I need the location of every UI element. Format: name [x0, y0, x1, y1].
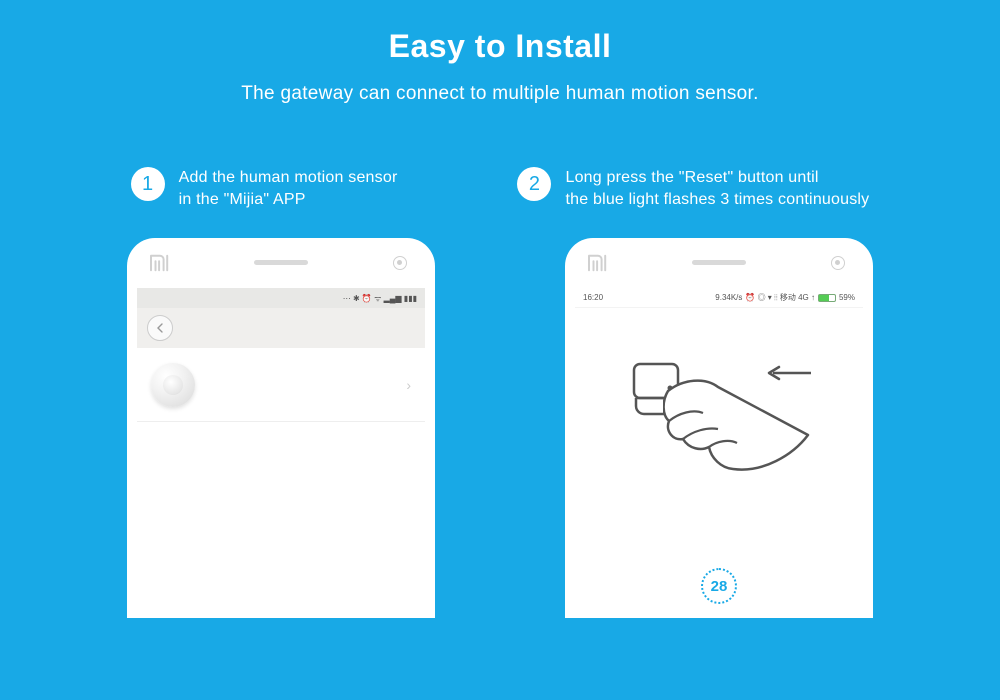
- status-time: 16:20: [583, 293, 603, 302]
- phone-speaker: [254, 260, 308, 265]
- step-text: Long press the "Reset" button until the …: [565, 167, 869, 210]
- step-2: 2 Long press the "Reset" button until th…: [517, 167, 869, 210]
- countdown-timer: 28: [701, 568, 737, 604]
- back-button[interactable]: [147, 315, 173, 341]
- phone-bezel-top: [565, 238, 873, 288]
- hand-press-icon: [663, 373, 813, 483]
- nav-bar: [137, 308, 425, 348]
- chevron-right-icon: ›: [406, 377, 411, 393]
- page-subtitle: The gateway can connect to multiple huma…: [0, 83, 1000, 105]
- chevron-left-icon: [155, 323, 165, 333]
- phone-camera-icon: [831, 256, 845, 270]
- phone-mockup-2: 16:20 9.34K/s ⏰ ◎ ▾ ⦙⦙ 移动 4G ↑ 59%: [565, 238, 873, 618]
- phone-bezel-top: [127, 238, 435, 288]
- motion-sensor-icon: [151, 363, 195, 407]
- status-battery-pct: 59%: [839, 293, 855, 302]
- step-1: 1 Add the human motion sensor in the "Mi…: [131, 167, 398, 210]
- phone-speaker: [692, 260, 746, 265]
- status-bar: 16:20 9.34K/s ⏰ ◎ ▾ ⦙⦙ 移动 4G ↑ 59%: [575, 288, 863, 308]
- phone-camera-icon: [393, 256, 407, 270]
- battery-icon: [818, 294, 836, 302]
- status-net-speed: 9.34K/s: [715, 293, 742, 302]
- mi-logo-icon: [587, 254, 609, 272]
- reset-illustration: [575, 308, 863, 528]
- step-badge: 2: [517, 167, 551, 201]
- steps-row: 1 Add the human motion sensor in the "Mi…: [0, 167, 1000, 210]
- phone-mockup-1: ⋯ ✱ ⏰ ᯤ ▂▄▆ ▮▮▮ ›: [127, 238, 435, 618]
- status-icons: ⋯ ✱ ⏰ ᯤ ▂▄▆ ▮▮▮: [343, 293, 417, 304]
- phone-screen-2: 16:20 9.34K/s ⏰ ◎ ▾ ⦙⦙ 移动 4G ↑ 59%: [575, 288, 863, 618]
- step-text: Add the human motion sensor in the "Miji…: [179, 167, 398, 210]
- header: Easy to Install The gateway can connect …: [0, 0, 1000, 105]
- phone-screen-1: ⋯ ✱ ⏰ ᯤ ▂▄▆ ▮▮▮ ›: [137, 288, 425, 618]
- arrow-left-icon: [765, 364, 813, 382]
- status-indicators: ⏰ ◎ ▾ ⦙⦙ 移动 4G ↑: [745, 292, 815, 303]
- status-bar: ⋯ ✱ ⏰ ᯤ ▂▄▆ ▮▮▮: [137, 288, 425, 308]
- step-badge: 1: [131, 167, 165, 201]
- device-list-item[interactable]: ›: [137, 348, 425, 422]
- countdown-value: 28: [711, 578, 728, 595]
- page-title: Easy to Install: [0, 28, 1000, 65]
- mi-logo-icon: [149, 254, 171, 272]
- phones-row: ⋯ ✱ ⏰ ᯤ ▂▄▆ ▮▮▮ ›: [0, 238, 1000, 618]
